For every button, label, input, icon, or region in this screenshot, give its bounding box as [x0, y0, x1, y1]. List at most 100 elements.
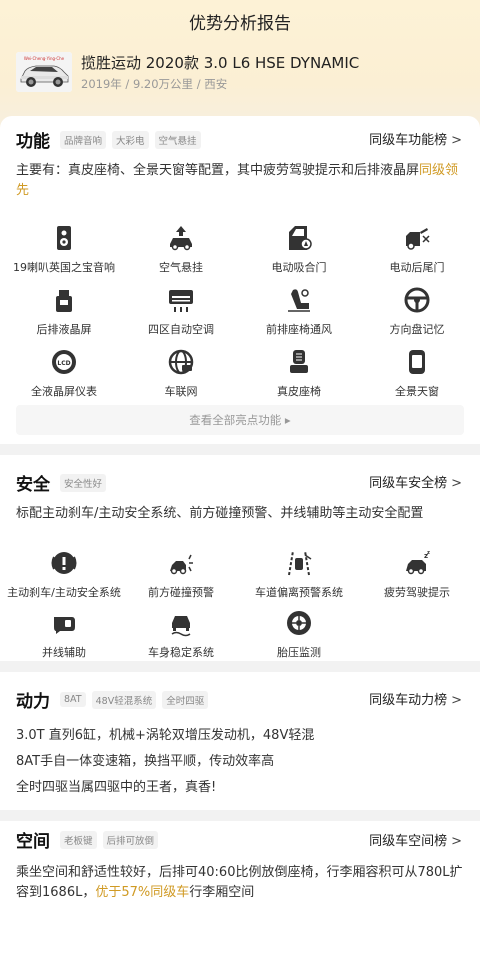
feature-item[interactable]: 四区自动空调: [121, 286, 241, 337]
stability-control-icon: [171, 616, 191, 637]
seat-ventilation-icon: [288, 289, 310, 312]
feature-tag: 品牌音响: [60, 130, 107, 149]
car-thumbnail[interactable]: Wei·Cheng·Ying·Che: [16, 52, 72, 92]
safety-item[interactable]: 车身稳定系统: [121, 609, 241, 660]
features-section: 功能 品牌音响 大彩电 空气悬挂 同级车功能榜 > 主要有：真皮座椅、全景天窗等配…: [0, 116, 480, 444]
rank-link-label: 同级车功能榜: [369, 133, 448, 148]
feature-item[interactable]: 真皮座椅: [239, 348, 359, 399]
feature-item[interactable]: 电动吸合门: [239, 224, 359, 275]
car-meta: 2019年 / 9.20万公里 / 西安: [81, 77, 228, 91]
panoramic-sunroof-icon: [409, 350, 425, 374]
feature-item[interactable]: 19喇叭英国之宝音响: [4, 224, 124, 275]
feature-label: 空气悬挂: [159, 261, 203, 274]
fatigue-alert-icon: z z: [406, 550, 430, 575]
view-all-features-button[interactable]: 查看全部亮点功能 ▸: [16, 405, 464, 435]
description-tail: 行李厢空间: [189, 885, 255, 900]
rear-screen-icon: [56, 290, 72, 312]
active-brake-icon: [51, 552, 77, 574]
chevron-right-icon: >: [451, 476, 462, 491]
safety-description: 标配主动刹车/主动安全系统、前方碰撞预警、并线辅助等主动安全配置: [16, 506, 424, 521]
feature-label: 车联网: [164, 385, 198, 398]
feature-label: 电动吸合门: [271, 261, 327, 274]
feature-label: 方向盘记忆: [389, 323, 445, 336]
space-tag: 后排可放倒: [102, 830, 159, 849]
power-header: 动力 8AT 48V轻混系统 全时四驱: [16, 687, 214, 712]
feature-item[interactable]: 空气悬挂: [121, 224, 241, 275]
blind-spot-icon: [54, 617, 75, 634]
safety-item[interactable]: 主动刹车/主动安全系统: [4, 549, 124, 600]
climate-control-icon: [169, 290, 193, 312]
feature-label: 全液晶屏仪表: [31, 385, 97, 398]
speaker-icon: [57, 226, 71, 250]
feature-item[interactable]: 方向盘记忆: [357, 286, 477, 337]
chevron-right-icon: >: [451, 693, 462, 708]
dealer-watermark: Wei·Cheng·Ying·Che: [24, 56, 65, 61]
chevron-right-icon: >: [451, 133, 462, 148]
power-tag: 全时四驱: [162, 690, 209, 709]
safety-label: 车道偏离预警系统: [255, 586, 343, 599]
safety-section: 安全 安全性好 同级车安全榜 > 标配主动刹车/主动安全系统、前方碰撞预警、并线辅…: [0, 455, 480, 661]
rank-link-label: 同级车安全榜: [369, 476, 448, 491]
section-title: 安全: [16, 475, 50, 495]
power-tag: 48V轻混系统: [91, 690, 157, 709]
feature-label: 四区自动空调: [148, 323, 214, 336]
safety-item[interactable]: 并线辅助: [4, 609, 124, 660]
car-name: 揽胜运动 2020款 3.0 L6 HSE DYNAMIC: [81, 54, 360, 72]
safety-item[interactable]: 胎压监测: [239, 609, 359, 660]
safety-label: 并线辅助: [42, 646, 86, 659]
safety-item[interactable]: 前方碰撞预警: [121, 549, 241, 600]
safety-label: 主动刹车/主动安全系统: [7, 586, 121, 599]
feature-label: 19喇叭英国之宝音响: [13, 261, 115, 274]
safety-rank-link[interactable]: 同级车安全榜 >: [369, 472, 462, 491]
space-rank-link[interactable]: 同级车空间榜 >: [369, 830, 462, 849]
feature-label: 前排座椅通风: [266, 323, 332, 336]
air-suspension-icon: [170, 226, 192, 251]
description-text: 主要有：真皮座椅、全景天窗等配置，其中疲劳驾驶提示和后排液晶屏: [16, 163, 420, 178]
soft-close-door-icon: [289, 226, 312, 250]
collision-warning-icon: [170, 554, 193, 575]
feature-item[interactable]: 全景天窗: [357, 348, 477, 399]
steering-wheel-icon: [404, 287, 430, 313]
power-detail-line: 8AT手自一体变速箱，换挡平顺，传动效率高: [16, 754, 275, 769]
connected-car-icon: [168, 349, 194, 375]
safety-item[interactable]: 车道偏离预警系统: [239, 549, 359, 600]
rank-link-label: 同级车空间榜: [369, 834, 448, 849]
feature-label: 电动后尾门: [389, 261, 445, 274]
space-header: 空间 老板键 后排可放倒: [16, 827, 164, 852]
space-description: 乘坐空间和舒适性较好，后排可40:60比例放倒座椅，行李厢容积可从780L扩容到…: [16, 863, 464, 903]
safety-label: 胎压监测: [277, 646, 321, 659]
lane-departure-icon: [288, 550, 312, 576]
feature-label: 全景天窗: [395, 385, 439, 398]
space-tag: 老板键: [60, 830, 97, 849]
rank-link-label: 同级车动力榜: [369, 693, 448, 708]
highlight-text: 优于57%同级车: [95, 885, 190, 900]
power-tailgate-icon: [406, 228, 430, 250]
safety-label: 前方碰撞预警: [148, 586, 214, 599]
lcd-gauge-icon: LCD: [52, 350, 76, 374]
feature-item[interactable]: 电动后尾门: [357, 224, 477, 275]
feature-label: 后排液晶屏: [36, 323, 92, 336]
features-description: 主要有：真皮座椅、全景天窗等配置，其中疲劳驾驶提示和后排液晶屏同级领先: [16, 161, 464, 201]
safety-label: 车身稳定系统: [148, 646, 214, 659]
feature-item[interactable]: LCD 全液晶屏仪表: [4, 348, 124, 399]
chevron-right-icon: >: [451, 834, 462, 849]
space-section: 空间 老板键 后排可放倒 同级车空间榜 > 乘坐空间和舒适性较好，后排可40:60…: [0, 821, 480, 960]
feature-item[interactable]: 车联网: [121, 348, 241, 399]
svg-text:z: z: [427, 550, 430, 556]
features-header: 功能 品牌音响 大彩电 空气悬挂: [16, 127, 207, 152]
leather-seat-icon: [290, 350, 308, 373]
tire-pressure-icon: [287, 611, 311, 635]
feature-rank-link[interactable]: 同级车功能榜 >: [369, 129, 462, 148]
feature-item[interactable]: 后排液晶屏: [4, 286, 124, 337]
power-rank-link[interactable]: 同级车动力榜 >: [369, 689, 462, 708]
feature-item[interactable]: 前排座椅通风: [239, 286, 359, 337]
feature-tag: 大彩电: [112, 130, 149, 149]
section-title: 功能: [16, 132, 50, 152]
safety-item[interactable]: z z 疲劳驾驶提示: [357, 549, 477, 600]
power-detail-line: 3.0T 直列6缸，机械+涡轮双增压发动机，48V轻混: [16, 728, 315, 743]
feature-tag: 空气悬挂: [154, 130, 201, 149]
safety-header: 安全 安全性好: [16, 470, 112, 495]
section-title: 空间: [16, 832, 50, 852]
svg-text:LCD: LCD: [57, 360, 70, 367]
page-title: 优势分析报告: [189, 14, 291, 34]
